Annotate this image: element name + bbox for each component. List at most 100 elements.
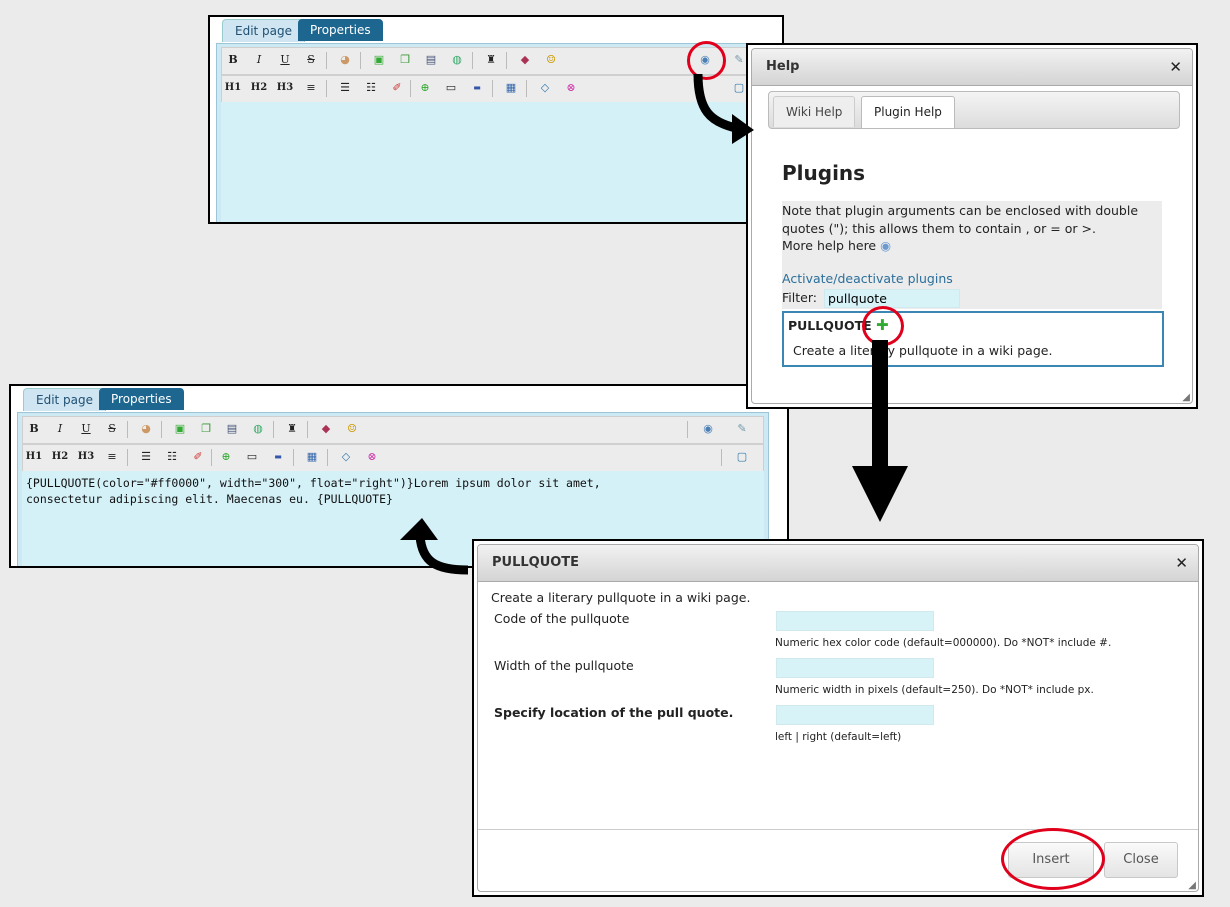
bold-button[interactable]: B (224, 51, 242, 69)
resize-handle-icon[interactable]: ◢ (1182, 392, 1190, 403)
source-icon[interactable]: ◇ (536, 79, 554, 97)
tab-properties[interactable]: Properties (298, 19, 383, 41)
fullscreen-icon[interactable]: ▢ (733, 448, 751, 466)
help-icon[interactable]: ◉ (699, 420, 717, 438)
smiley-icon[interactable]: ☺ (343, 420, 361, 438)
center-icon[interactable]: ≡ (103, 448, 121, 466)
binoculars-icon[interactable]: ♜ (283, 420, 301, 438)
save-icon[interactable]: ▤ (223, 420, 241, 438)
field-width-hint: Numeric width in pixels (default=250). D… (775, 684, 1094, 696)
link-add-icon[interactable]: ⊕ (416, 79, 434, 97)
cancel-icon[interactable]: ⊗ (363, 448, 381, 466)
image-icon[interactable]: ▣ (370, 51, 388, 69)
toolbar-separator (127, 449, 128, 466)
html-icon[interactable]: ▬ (468, 79, 486, 97)
filter-label: Filter: (782, 290, 817, 305)
h2-button[interactable]: H2 (250, 79, 268, 97)
strike-button[interactable]: S (302, 51, 320, 69)
window-icon[interactable]: ▭ (243, 448, 261, 466)
close-icon[interactable]: ✕ (1169, 58, 1182, 76)
cube-icon[interactable]: ◆ (516, 51, 534, 69)
toolbar-separator (410, 80, 411, 97)
plugin-result: PULLQUOTE ✚ Create a literary pullquote … (782, 311, 1164, 367)
help-icon[interactable]: ◉ (880, 238, 891, 253)
tab-wiki-help[interactable]: Wiki Help (773, 96, 856, 127)
arrow-down-icon (852, 340, 908, 522)
cancel-icon[interactable]: ⊗ (562, 79, 580, 97)
strike-button[interactable]: S (103, 420, 121, 438)
more-help: More help here ◉ (782, 238, 891, 253)
highlight-insert-button (1001, 828, 1105, 890)
pullquote-dialog-title: PULLQUOTE (492, 555, 580, 570)
table-icon[interactable]: ▦ (502, 79, 520, 97)
filter-input[interactable] (824, 289, 960, 308)
source-icon[interactable]: ◇ (337, 448, 355, 466)
italic-button[interactable]: I (250, 51, 268, 69)
code-input[interactable] (776, 611, 934, 631)
copy-icon[interactable]: ❐ (197, 420, 215, 438)
toolbar-row-1: B I U S ◕ ▣ ❐ ▤ ◍ ♜ ◆ ☺ ◉ ✎ (22, 416, 764, 444)
close-icon[interactable]: ✕ (1175, 554, 1188, 572)
globe-icon[interactable]: ◍ (249, 420, 267, 438)
field-location-hint: left | right (default=left) (775, 731, 902, 743)
center-icon[interactable]: ≡ (302, 79, 320, 97)
bold-button[interactable]: B (25, 420, 43, 438)
palette-icon[interactable]: ◕ (336, 51, 354, 69)
toolbar-separator (506, 52, 507, 69)
toolbar-separator (327, 449, 328, 466)
bullet-list-icon[interactable]: ☰ (137, 448, 155, 466)
help-dialog-inner: Help ✕ Wiki Help Plugin Help Plugins Not… (751, 48, 1193, 404)
cube-icon[interactable]: ◆ (317, 420, 335, 438)
plugins-heading: Plugins (782, 161, 866, 185)
toolbar-separator (326, 52, 327, 69)
resize-handle-icon[interactable]: ◢ (1188, 880, 1196, 891)
tab-edit-page[interactable]: Edit page (23, 388, 107, 411)
palette-icon[interactable]: ◕ (137, 420, 155, 438)
toolbar-separator (211, 449, 212, 466)
numbered-list-icon[interactable]: ☷ (163, 448, 181, 466)
h3-button[interactable]: H3 (77, 448, 95, 466)
pullquote-dialog-titlebar[interactable]: PULLQUOTE ✕ (478, 545, 1198, 582)
eraser-icon[interactable]: ✐ (189, 448, 207, 466)
toolbar-separator (273, 421, 274, 438)
width-input[interactable] (776, 658, 934, 678)
save-icon[interactable]: ▤ (422, 51, 440, 69)
window-icon[interactable]: ▭ (442, 79, 460, 97)
numbered-list-icon[interactable]: ☷ (362, 79, 380, 97)
toolbar-separator (687, 421, 688, 438)
italic-button[interactable]: I (51, 420, 69, 438)
link-add-icon[interactable]: ⊕ (217, 448, 235, 466)
plugin-name: PULLQUOTE (788, 318, 872, 333)
globe-icon[interactable]: ◍ (448, 51, 466, 69)
copy-icon[interactable]: ❐ (396, 51, 414, 69)
toolbar-separator (721, 449, 722, 466)
underline-button[interactable]: U (77, 420, 95, 438)
smiley-icon[interactable]: ☺ (542, 51, 560, 69)
pullquote-description: Create a literary pullquote in a wiki pa… (491, 590, 751, 605)
h1-button[interactable]: H1 (25, 448, 43, 466)
activate-plugins-link[interactable]: Activate/deactivate plugins (782, 271, 953, 286)
h1-button[interactable]: H1 (224, 79, 242, 97)
tab-edit-page[interactable]: Edit page (222, 19, 306, 42)
wrench-icon[interactable]: ✎ (733, 420, 751, 438)
edit-area-empty[interactable] (221, 102, 765, 222)
bullet-list-icon[interactable]: ☰ (336, 79, 354, 97)
toolbar-separator (326, 80, 327, 97)
html-icon[interactable]: ▬ (269, 448, 287, 466)
toolbar-separator (360, 52, 361, 69)
image-icon[interactable]: ▣ (171, 420, 189, 438)
eraser-icon[interactable]: ✐ (388, 79, 406, 97)
binoculars-icon[interactable]: ♜ (482, 51, 500, 69)
underline-button[interactable]: U (276, 51, 294, 69)
help-dialog-title: Help (766, 59, 800, 74)
h2-button[interactable]: H2 (51, 448, 69, 466)
h3-button[interactable]: H3 (276, 79, 294, 97)
location-input[interactable] (776, 705, 934, 725)
field-code-label: Code of the pullquote (494, 611, 630, 626)
field-width-label: Width of the pullquote (494, 658, 634, 673)
tab-properties[interactable]: Properties (99, 388, 184, 410)
close-button[interactable]: Close (1104, 842, 1178, 878)
help-dialog-titlebar[interactable]: Help ✕ (752, 49, 1192, 86)
tab-plugin-help[interactable]: Plugin Help (861, 96, 955, 128)
table-icon[interactable]: ▦ (303, 448, 321, 466)
